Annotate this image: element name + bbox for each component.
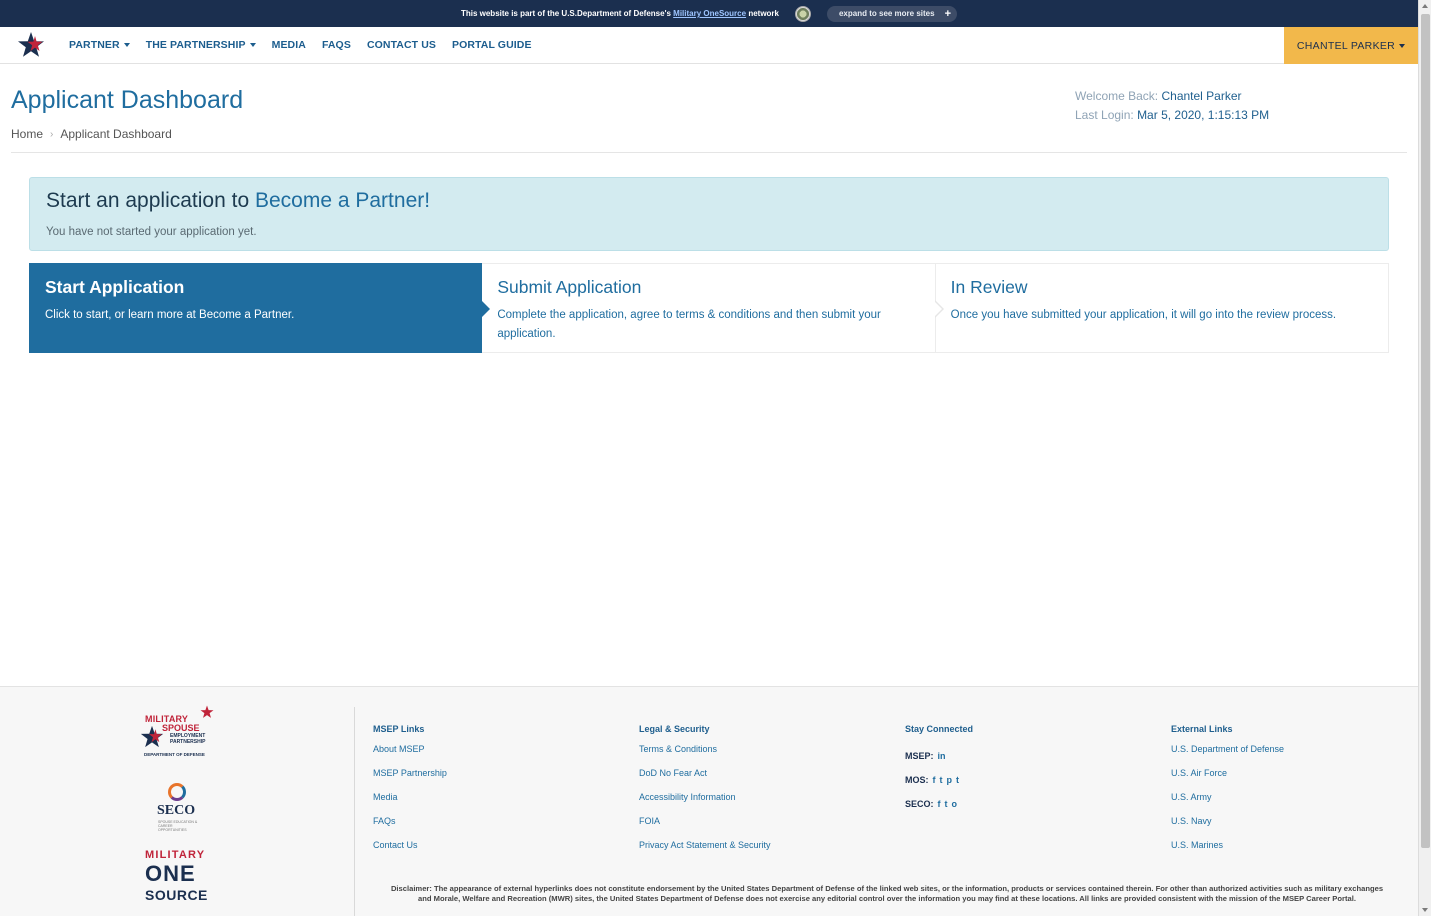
- plus-icon: +: [944, 7, 952, 20]
- become-partner-link[interactable]: Become a Partner!: [255, 189, 430, 212]
- last-login-value: Mar 5, 2020, 1:15:13 PM: [1137, 108, 1270, 122]
- footer-logos: MILITARY SPOUSE EMPLOYMENT PARTNERSHIP DE…: [134, 705, 224, 909]
- nav-portal-guide[interactable]: PORTAL GUIDE: [452, 39, 532, 51]
- welcome-name: Chantel Parker: [1161, 89, 1242, 103]
- footer-legal-links: Legal & Security Terms & Conditions DoD …: [639, 724, 771, 864]
- header-divider: [11, 152, 1407, 153]
- pinterest-icon[interactable]: p: [947, 775, 953, 785]
- user-menu-button[interactable]: CHANTEL PARKER: [1284, 27, 1418, 64]
- twitter-icon[interactable]: t: [945, 799, 948, 809]
- footer-link-media[interactable]: Media: [373, 792, 447, 816]
- military-onesource-logo[interactable]: MILITARY ONE SOURCE: [140, 849, 220, 909]
- msep-logo[interactable]: MILITARY SPOUSE EMPLOYMENT PARTNERSHIP DE…: [140, 705, 220, 761]
- footer-stay-connected: Stay Connected MSEP: in MOS: f t p t SEC…: [905, 724, 973, 816]
- footer-external-links: External Links U.S. Department of Defens…: [1171, 724, 1284, 864]
- tumblr-icon[interactable]: t: [956, 775, 959, 785]
- site-footer: MILITARY SPOUSE EMPLOYMENT PARTNERSHIP DE…: [0, 686, 1418, 916]
- breadcrumb-current: Applicant Dashboard: [60, 127, 172, 141]
- expand-sites-button[interactable]: expand to see more sites +: [826, 5, 958, 22]
- footer-link-msep-partnership[interactable]: MSEP Partnership: [373, 768, 447, 792]
- application-alert: Start an application to Become a Partner…: [29, 177, 1389, 251]
- footer-link-no-fear-act[interactable]: DoD No Fear Act: [639, 768, 771, 792]
- nav-the-partnership[interactable]: THE PARTNERSHIP: [146, 39, 256, 51]
- nav-contact-us[interactable]: CONTACT US: [367, 39, 436, 51]
- footer-link-foia[interactable]: FOIA: [639, 816, 771, 840]
- caret-down-icon: [123, 43, 130, 47]
- step-submit-application: Submit Application Complete the applicat…: [482, 263, 944, 353]
- caret-down-icon: [249, 43, 256, 47]
- nav-faqs[interactable]: FAQS: [322, 39, 351, 51]
- social-row-seco: SECO: f t o: [905, 799, 958, 809]
- scroll-thumb[interactable]: [1421, 14, 1430, 848]
- page-title: Applicant Dashboard: [11, 86, 244, 114]
- facebook-icon[interactable]: f: [938, 799, 941, 809]
- seco-ring-icon: [168, 783, 186, 801]
- step-arrow-icon: [481, 300, 491, 318]
- step-in-review: In Review Once you have submitted your a…: [935, 263, 1389, 353]
- dod-network-banner: This website is part of the U.S.Departme…: [0, 0, 1418, 27]
- footer-link-accessibility[interactable]: Accessibility Information: [639, 792, 771, 816]
- chevron-right-icon: ›: [50, 128, 54, 140]
- scroll-up-icon[interactable]: [1422, 4, 1428, 8]
- social-row-mos: MOS: f t p t: [905, 775, 959, 785]
- footer-link-terms[interactable]: Terms & Conditions: [639, 744, 771, 768]
- caret-down-icon: [1399, 43, 1406, 48]
- footer-link-contact-us[interactable]: Contact Us: [373, 840, 447, 864]
- footer-link-marines[interactable]: U.S. Marines: [1171, 840, 1284, 864]
- msep-star-logo-icon[interactable]: [17, 31, 45, 59]
- application-steps: Start Application Click to start, or lea…: [29, 263, 1389, 353]
- page-scrollbar[interactable]: [1418, 0, 1431, 916]
- dod-banner-text: This website is part of the U.S.Departme…: [460, 9, 779, 18]
- breadcrumb: Home › Applicant Dashboard: [11, 127, 172, 141]
- footer-link-faqs[interactable]: FAQs: [373, 816, 447, 840]
- facebook-icon[interactable]: f: [933, 775, 936, 785]
- seco-logo[interactable]: SECO SPOUSE EDUCATION & CAREER OPPORTUNI…: [140, 783, 220, 833]
- social-row-msep: MSEP: in: [905, 751, 946, 761]
- main-navbar: PARTNER THE PARTNERSHIP MEDIA FAQS CONTA…: [0, 27, 1418, 64]
- footer-link-about-msep[interactable]: About MSEP: [373, 744, 447, 768]
- small-star-icon: [200, 705, 214, 718]
- nav-media[interactable]: MEDIA: [272, 39, 306, 51]
- footer-link-army[interactable]: U.S. Army: [1171, 792, 1284, 816]
- instagram-icon[interactable]: o: [952, 799, 958, 809]
- military-onesource-link[interactable]: Military OneSource: [673, 9, 746, 18]
- footer-link-air-force[interactable]: U.S. Air Force: [1171, 768, 1284, 792]
- alert-subtitle: You have not started your application ye…: [46, 226, 257, 238]
- footer-link-navy[interactable]: U.S. Navy: [1171, 816, 1284, 840]
- scroll-down-icon[interactable]: [1422, 908, 1428, 912]
- footer-divider: [354, 707, 355, 916]
- welcome-info: Welcome Back: Chantel Parker Last Login:…: [1075, 89, 1270, 122]
- footer-msep-links: MSEP Links About MSEP MSEP Partnership M…: [373, 724, 447, 864]
- footer-disclaimer: Disclaimer: The appearance of external h…: [390, 884, 1384, 903]
- twitter-icon[interactable]: t: [940, 775, 943, 785]
- nav-partner[interactable]: PARTNER: [69, 39, 130, 51]
- msep-star-icon: [140, 725, 164, 748]
- alert-title: Start an application to Become a Partner…: [46, 189, 431, 212]
- step-arrow-icon: [933, 300, 944, 318]
- dod-seal-icon: [794, 5, 811, 22]
- linkedin-icon[interactable]: in: [938, 751, 946, 761]
- breadcrumb-home[interactable]: Home: [11, 127, 43, 141]
- footer-link-privacy[interactable]: Privacy Act Statement & Security: [639, 840, 771, 864]
- step-start-application[interactable]: Start Application Click to start, or lea…: [29, 263, 491, 353]
- footer-link-dod[interactable]: U.S. Department of Defense: [1171, 744, 1284, 768]
